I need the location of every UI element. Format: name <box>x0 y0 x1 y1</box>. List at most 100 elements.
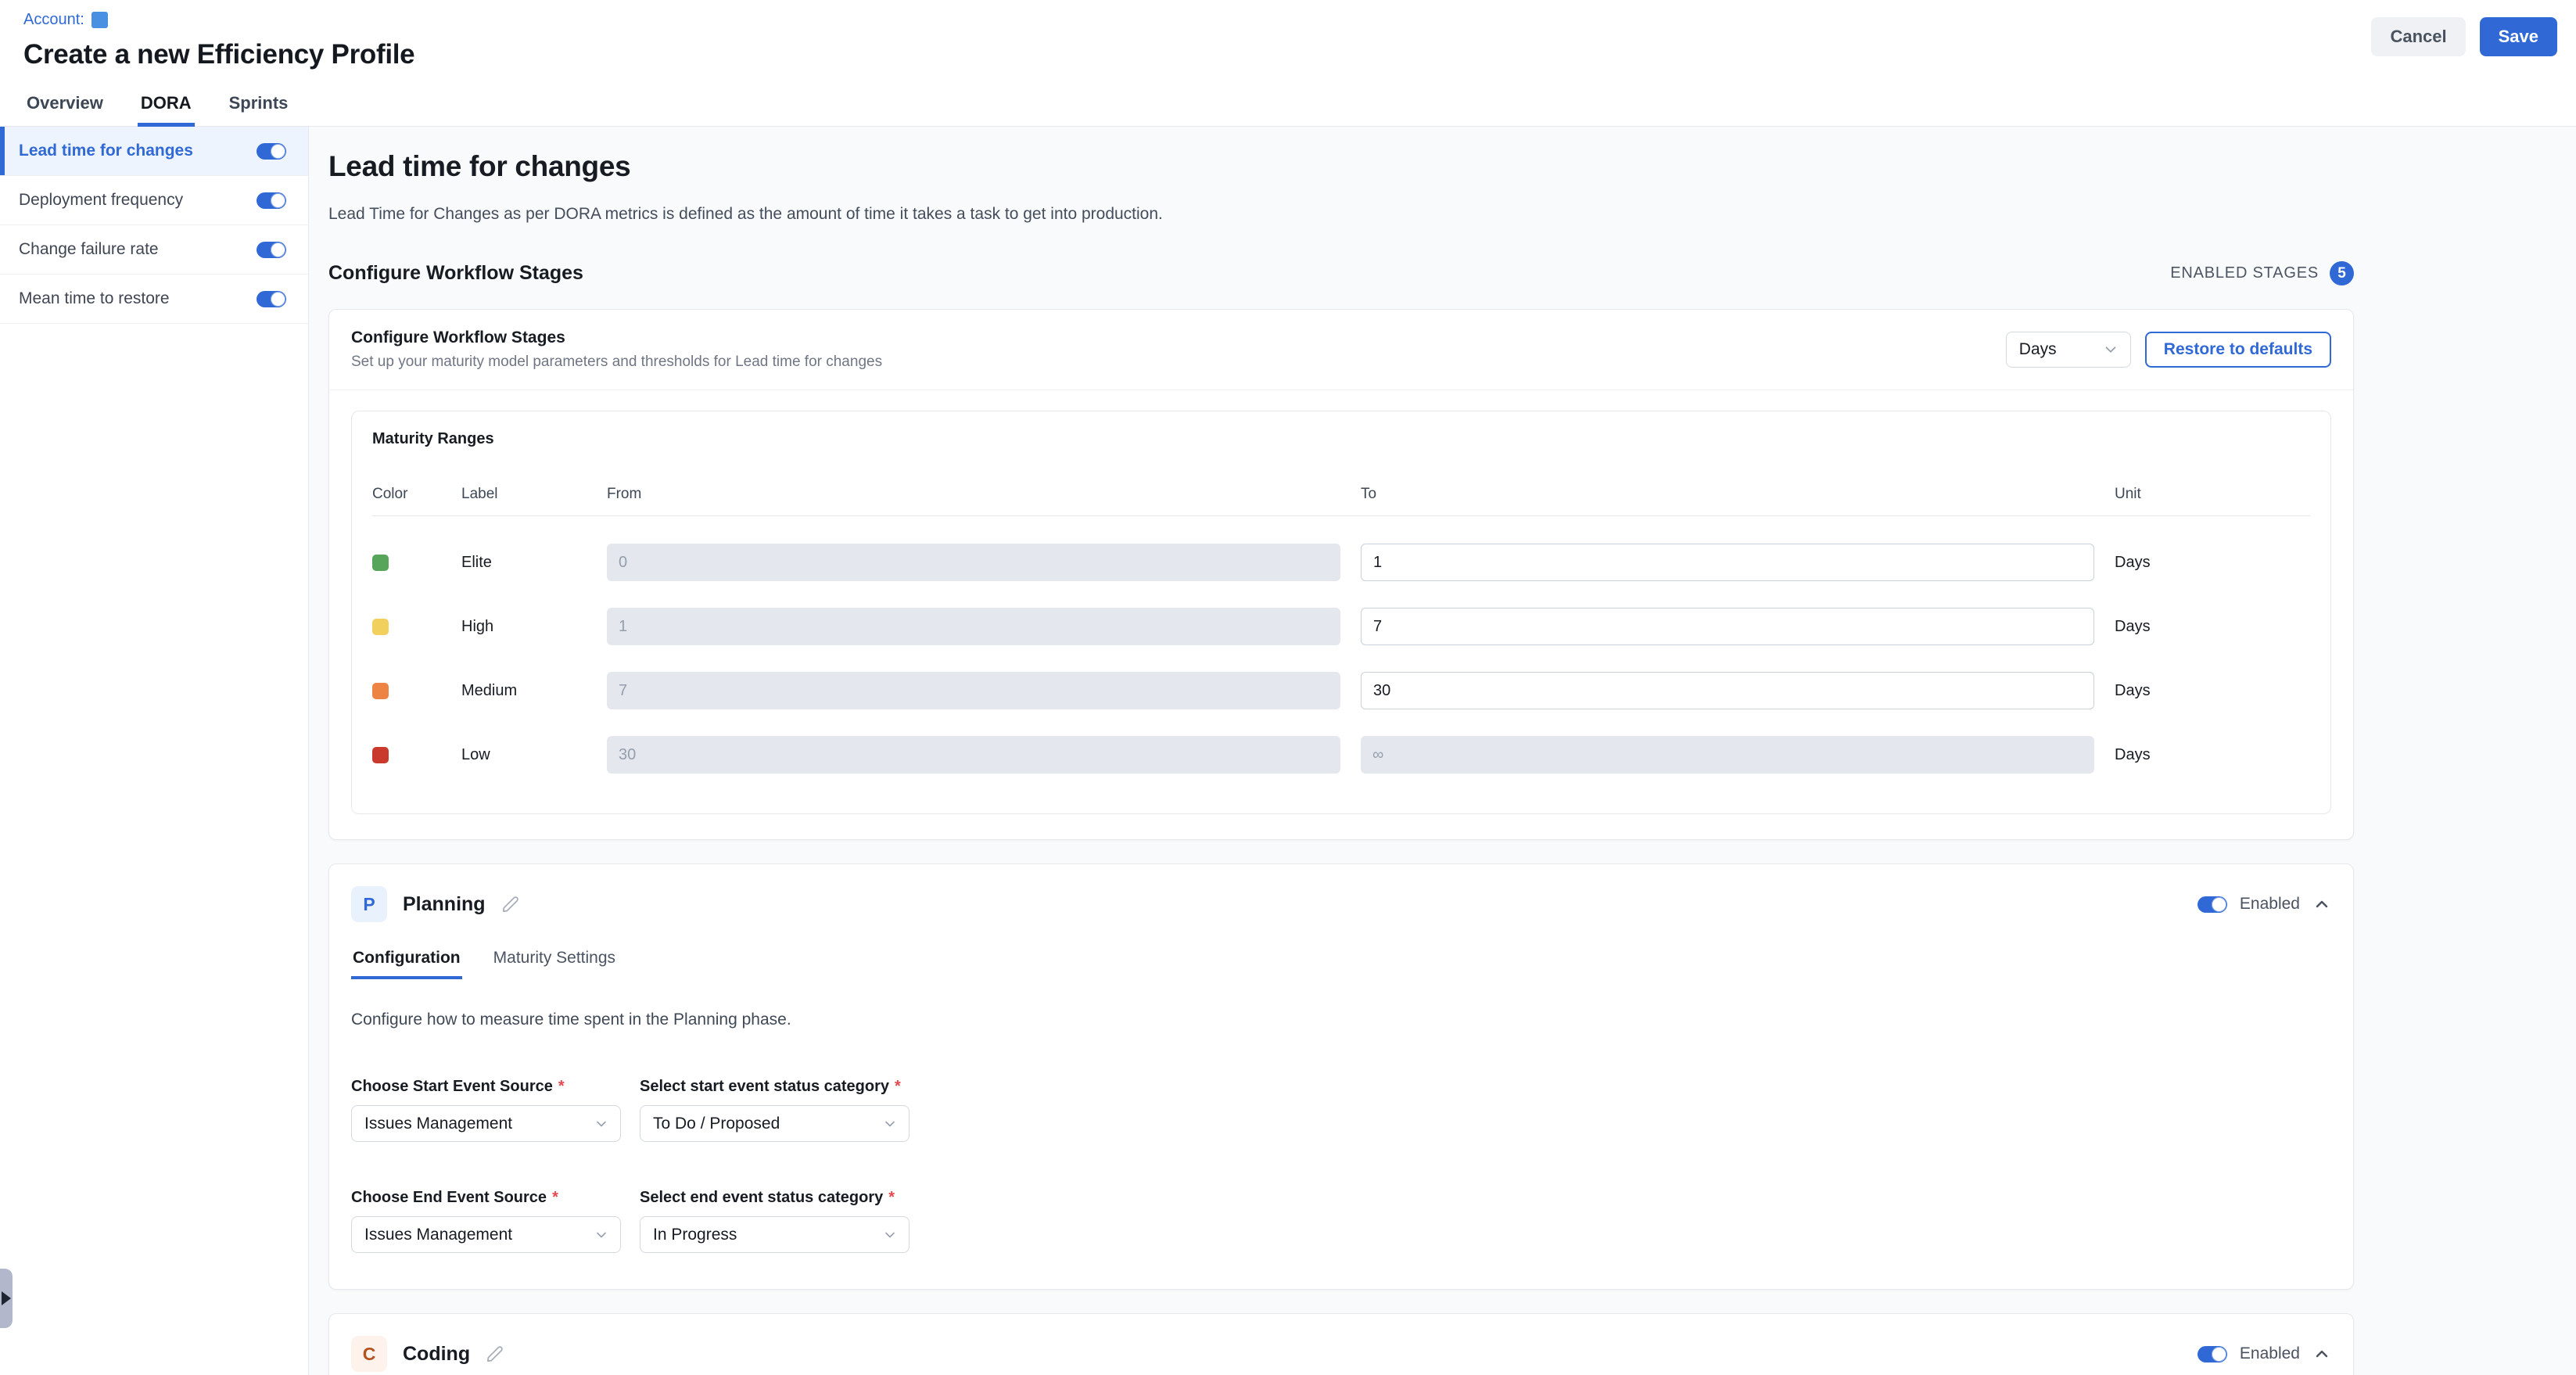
card-subtitle: Set up your maturity model parameters an… <box>351 354 882 371</box>
account-breadcrumb[interactable]: Account: <box>23 9 2576 30</box>
collapse-stage-button[interactable] <box>2312 1344 2331 1363</box>
stage-name: Planning <box>403 893 486 916</box>
field-label-text: Select end event status category <box>640 1189 883 1206</box>
color-swatch-high <box>372 619 389 635</box>
from-input-high <box>607 608 1340 645</box>
edit-stage-name-button[interactable] <box>501 896 519 914</box>
stage-tab-maturity-settings[interactable]: Maturity Settings <box>492 949 617 979</box>
sidebar-item-deployment-frequency[interactable]: Deployment frequency <box>0 176 308 225</box>
end-event-source-field: Choose End Event Source * Issues Manageme… <box>351 1189 621 1253</box>
range-unit: Days <box>2115 554 2310 572</box>
sidebar-item-lead-time-for-changes[interactable]: Lead time for changes <box>0 127 308 176</box>
from-input-elite <box>607 544 1340 581</box>
unit-select-value: Days <box>2019 340 2057 359</box>
pencil-icon <box>486 1345 504 1363</box>
lead-time-toggle[interactable] <box>257 143 286 160</box>
to-input-high[interactable] <box>1361 608 2094 645</box>
stage-avatar: C <box>351 1336 387 1372</box>
sidebar-item-label: Mean time to restore <box>19 289 170 308</box>
column-header-label: Label <box>461 486 587 515</box>
unit-select[interactable]: Days <box>2006 332 2131 368</box>
start-event-status-category-select[interactable]: To Do / Proposed <box>640 1105 909 1142</box>
maturity-ranges-title: Maturity Ranges <box>372 430 2310 448</box>
stage-tab-bar: Configuration Maturity Settings <box>329 1372 2353 1375</box>
arrow-right-icon <box>2 1291 11 1305</box>
field-label: Choose End Event Source * <box>351 1189 621 1207</box>
tab-dora[interactable]: DORA <box>138 93 195 127</box>
color-swatch-medium <box>372 683 389 699</box>
stage-enabled-label: Enabled <box>2240 1344 2300 1363</box>
change-failure-rate-toggle[interactable] <box>257 242 286 258</box>
range-unit: Days <box>2115 618 2310 636</box>
field-label-text: Choose End Event Source <box>351 1189 547 1206</box>
restore-defaults-button[interactable]: Restore to defaults <box>2145 332 2331 368</box>
to-input-elite[interactable] <box>1361 544 2094 581</box>
field-label: Select end event status category * <box>640 1189 909 1207</box>
range-label: Medium <box>461 682 587 700</box>
page-title: Create a new Efficiency Profile <box>23 39 2576 70</box>
field-label-text: Choose Start Event Source <box>351 1078 553 1095</box>
start-event-source-select[interactable]: Issues Management <box>351 1105 621 1142</box>
required-marker: * <box>552 1189 558 1206</box>
card-title: Configure Workflow Stages <box>351 328 882 347</box>
page-tab-bar: Overview DORA Sprints <box>0 84 2576 127</box>
account-label: Account: <box>23 11 84 29</box>
chevron-up-icon <box>2312 895 2331 914</box>
save-button[interactable]: Save <box>2480 17 2557 56</box>
to-input-low <box>1361 736 2094 774</box>
column-header-from: From <box>607 486 1340 515</box>
chevron-down-icon <box>594 1116 609 1132</box>
end-event-source-select[interactable]: Issues Management <box>351 1216 621 1253</box>
end-event-status-category-select[interactable]: In Progress <box>640 1216 909 1253</box>
metrics-sidebar: Lead time for changes Deployment frequen… <box>0 127 309 1375</box>
stage-enabled-toggle[interactable] <box>2197 896 2227 913</box>
workflow-stages-card: Configure Workflow Stages Set up your ma… <box>328 309 2354 840</box>
column-header-to: To <box>1361 486 2094 515</box>
expand-drawer-handle[interactable] <box>0 1269 13 1328</box>
chevron-up-icon <box>2312 1344 2331 1363</box>
chevron-down-icon <box>882 1116 898 1132</box>
sidebar-item-mean-time-to-restore[interactable]: Mean time to restore <box>0 275 308 324</box>
stage-enabled-toggle[interactable] <box>2197 1346 2227 1362</box>
sidebar-item-change-failure-rate[interactable]: Change failure rate <box>0 225 308 275</box>
enabled-stages-indicator: ENABLED STAGES 5 <box>2170 261 2354 285</box>
select-value: Issues Management <box>364 1226 512 1244</box>
sidebar-item-label: Change failure rate <box>19 240 159 259</box>
select-value: To Do / Proposed <box>653 1115 780 1133</box>
required-marker: * <box>895 1078 901 1095</box>
to-input-medium[interactable] <box>1361 672 2094 709</box>
range-unit: Days <box>2115 682 2310 700</box>
stage-description: Configure how to measure time spent in t… <box>351 1011 2331 1029</box>
pencil-icon <box>501 896 519 914</box>
tab-sprints[interactable]: Sprints <box>226 93 292 126</box>
stage-tab-configuration[interactable]: Configuration <box>351 949 462 979</box>
range-label: High <box>461 618 587 636</box>
field-label-text: Select start event status category <box>640 1078 889 1095</box>
enabled-stages-count-badge: 5 <box>2330 261 2354 285</box>
top-bar: Account: Create a new Efficiency Profile… <box>0 0 2576 84</box>
deployment-frequency-toggle[interactable] <box>257 192 286 209</box>
collapse-stage-button[interactable] <box>2312 895 2331 914</box>
field-label: Choose Start Event Source* <box>351 1078 621 1096</box>
select-value: In Progress <box>653 1226 737 1244</box>
required-marker: * <box>888 1189 895 1206</box>
chevron-down-icon <box>882 1227 898 1243</box>
metric-heading: Lead time for changes <box>328 150 2354 183</box>
stage-tab-bar: Configuration Maturity Settings <box>329 922 2353 979</box>
color-swatch-low <box>372 747 389 763</box>
mean-time-to-restore-toggle[interactable] <box>257 291 286 307</box>
section-title: Configure Workflow Stages <box>328 262 583 285</box>
tab-overview[interactable]: Overview <box>23 93 106 126</box>
edit-stage-name-button[interactable] <box>486 1345 504 1363</box>
sidebar-item-label: Deployment frequency <box>19 191 183 210</box>
from-input-low <box>607 736 1340 774</box>
range-label: Low <box>461 746 587 764</box>
main-content: Lead time for changes Lead Time for Chan… <box>309 127 2576 1375</box>
stage-enabled-label: Enabled <box>2240 895 2300 914</box>
stage-avatar: P <box>351 886 387 922</box>
cancel-button[interactable]: Cancel <box>2371 17 2465 56</box>
chevron-down-icon <box>2102 341 2119 358</box>
start-event-source-field: Choose Start Event Source* Issues Manage… <box>351 1078 621 1142</box>
select-value: Issues Management <box>364 1115 512 1133</box>
column-header-color: Color <box>372 486 441 515</box>
